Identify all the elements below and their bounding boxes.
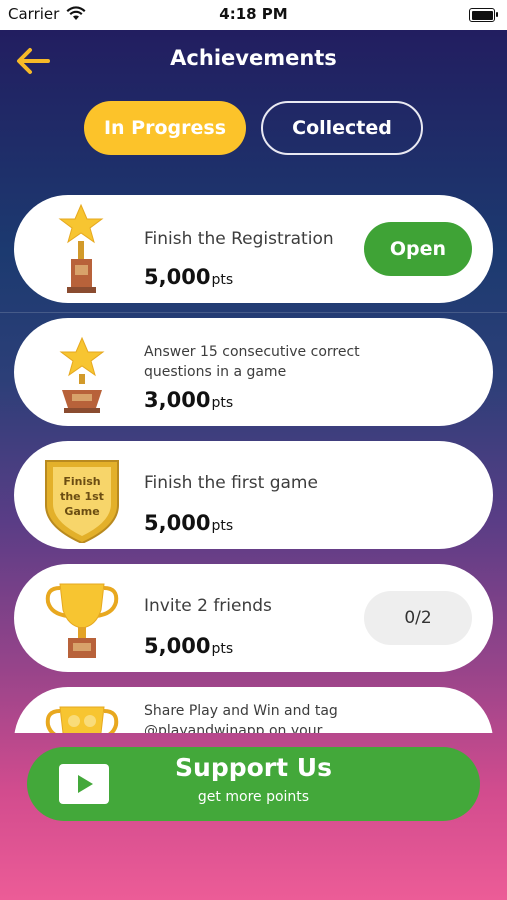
- achievement-points: 5,000pts: [144, 511, 234, 535]
- achievement-title: Finish the Registration: [144, 229, 334, 249]
- shield-badge-icon: Finish the 1st Game: [44, 447, 140, 545]
- tab-collected[interactable]: Collected: [261, 101, 423, 155]
- achievement-card-share: Share Play and Win and tag @playandwinap…: [14, 687, 493, 733]
- achievement-points: 5,000pts: [144, 634, 234, 658]
- achievement-card-invite: Invite 2 friends 5,000pts 0/2: [14, 564, 493, 672]
- achievement-points: 3,000pts: [144, 388, 234, 412]
- achievement-card-consecutive: Answer 15 consecutive correct questions …: [14, 318, 493, 426]
- support-title: Support Us: [175, 753, 332, 782]
- svg-text:Game: Game: [64, 505, 99, 518]
- achievement-points: 5,000pts: [144, 265, 234, 289]
- clock: 4:18 PM: [219, 5, 288, 23]
- progress-badge: 0/2: [364, 591, 472, 645]
- support-us-button[interactable]: Support Us get more points: [27, 747, 480, 821]
- achievement-title: Share Play and Win and tag @playandwinap…: [144, 703, 338, 733]
- svg-text:Finish: Finish: [63, 475, 100, 488]
- support-subtitle: get more points: [197, 789, 310, 805]
- achievement-title: Finish the first game: [144, 473, 318, 493]
- tab-in-progress[interactable]: In Progress: [84, 101, 246, 155]
- svg-text:the 1st: the 1st: [60, 490, 104, 503]
- star-trophy-icon: [44, 201, 140, 297]
- cup-trophy-icon: [44, 570, 140, 666]
- open-button[interactable]: Open: [364, 222, 472, 276]
- page-title: Achievements: [170, 46, 337, 70]
- achievement-card-first-game: Finish the 1st Game Finish the first gam…: [14, 441, 493, 549]
- achievement-title: Answer 15 consecutive correct questions …: [144, 344, 360, 380]
- star-trophy-icon: [44, 324, 140, 420]
- achievement-card-registration: Finish the Registration 5,000pts Open: [14, 195, 493, 303]
- achievement-list[interactable]: Finish the Registration 5,000pts Open An…: [0, 195, 507, 733]
- status-bar: Carrier 4:18 PM: [0, 0, 507, 30]
- battery-icon: [469, 8, 498, 22]
- social-cup-icon: [44, 693, 140, 733]
- achievement-title: Invite 2 friends: [144, 596, 272, 616]
